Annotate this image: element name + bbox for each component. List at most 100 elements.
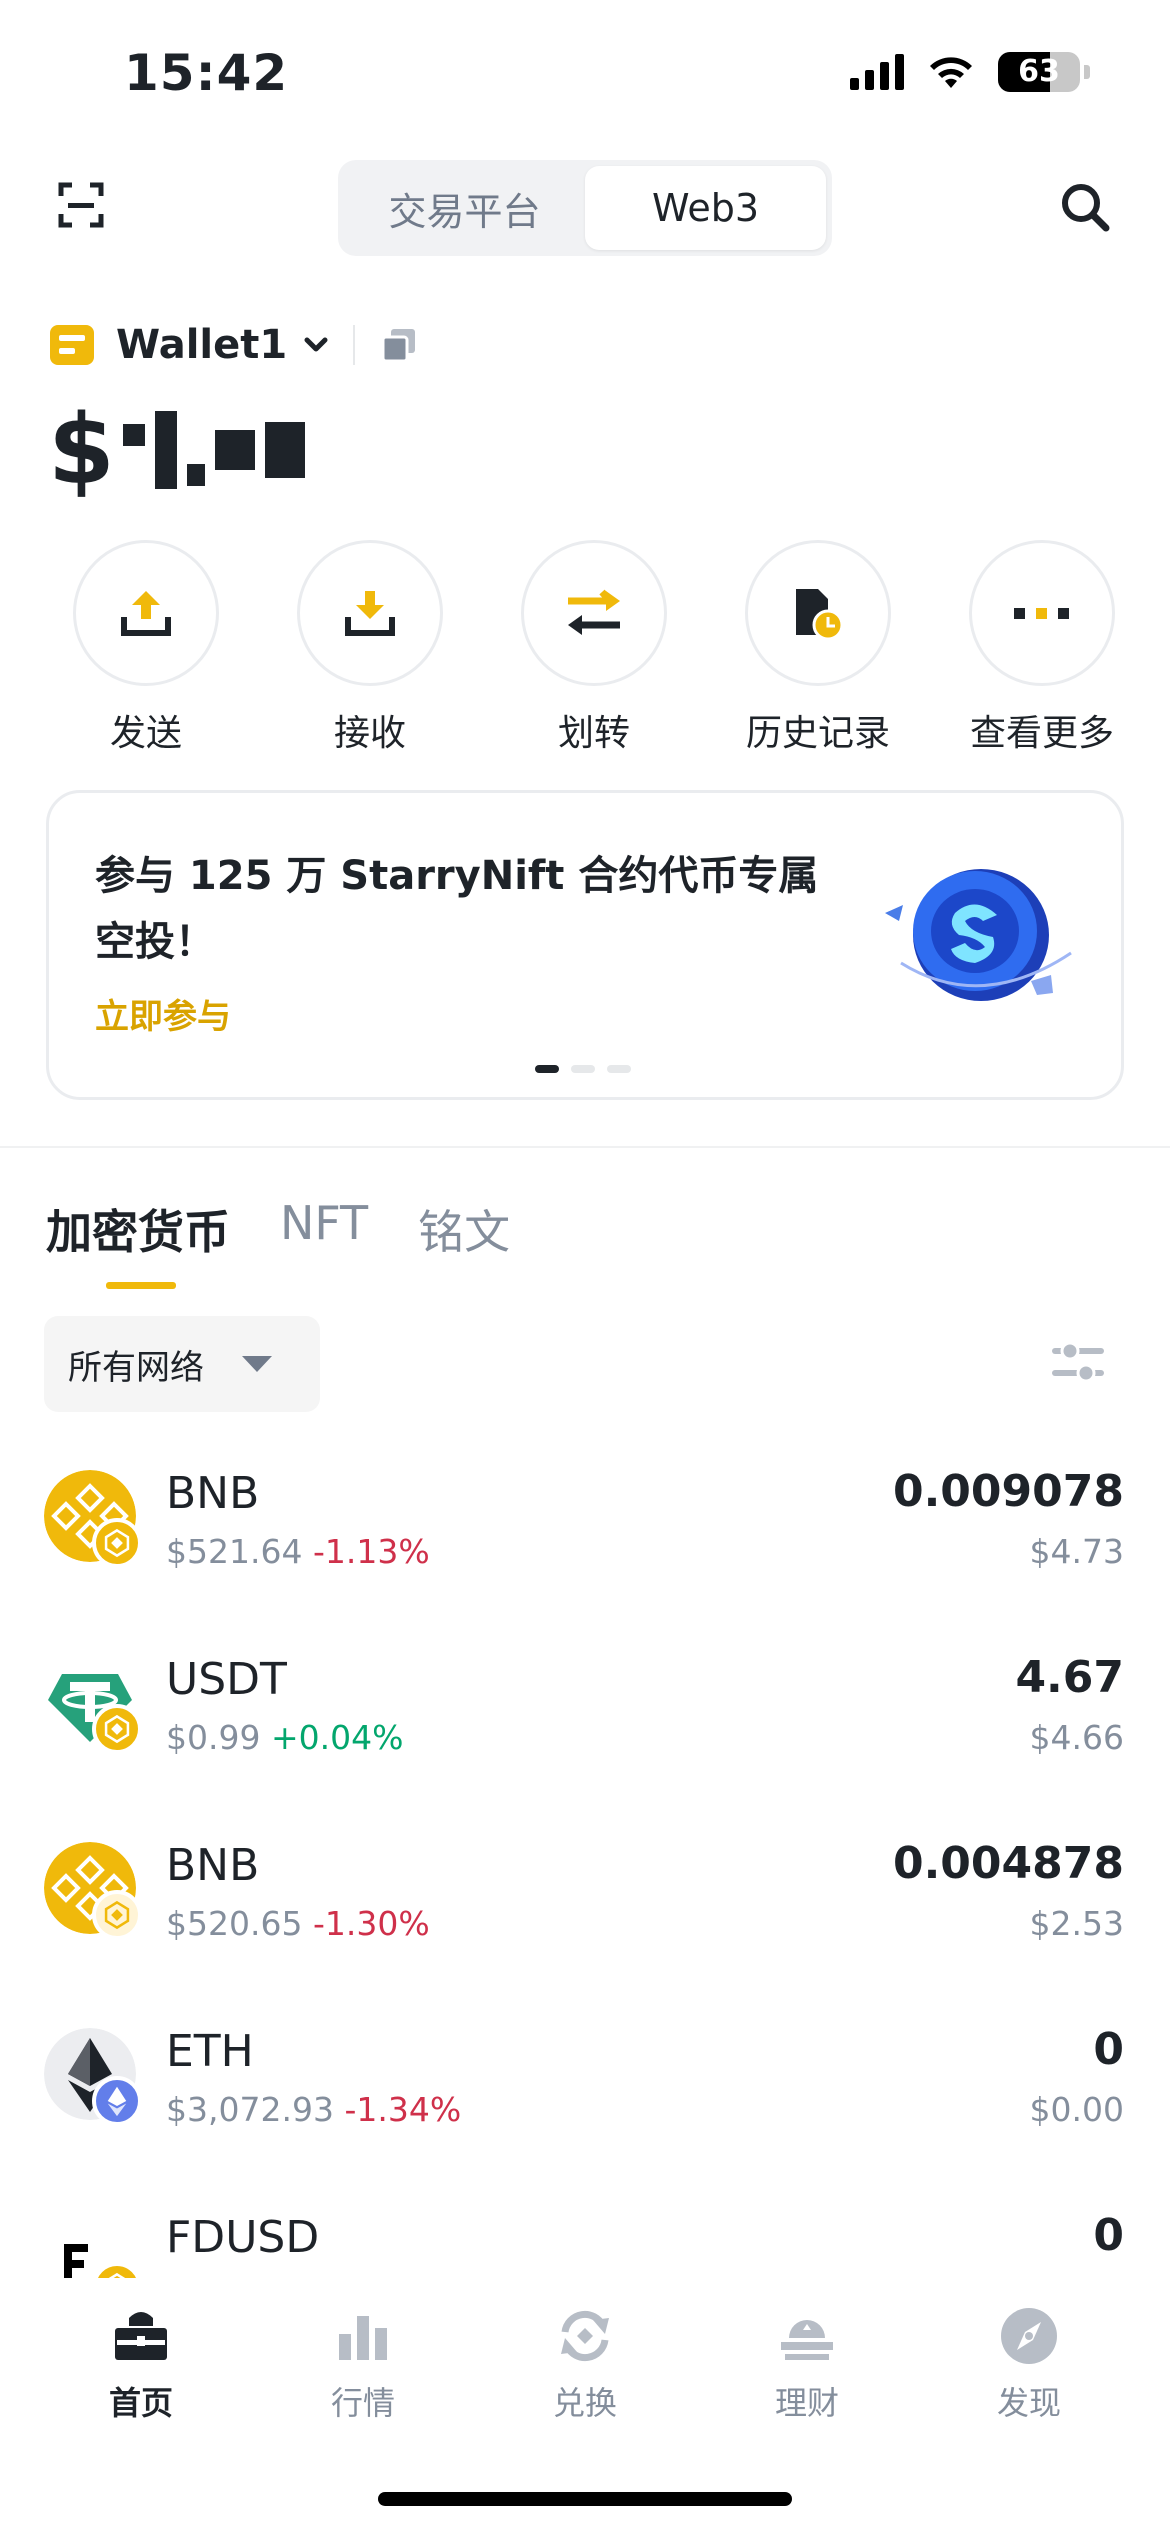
- wifi-icon: [930, 57, 972, 88]
- top-header: 交易平台 Web3: [0, 150, 1170, 270]
- token-price-line: $0.99 +0.04%: [166, 1718, 403, 1757]
- status-indicators: 63: [850, 52, 1090, 92]
- asset-row[interactable]: ETH $3,072.93 -1.34% 0 $0.00: [0, 2008, 1170, 2194]
- token-price-line: $3,072.93 -1.34%: [166, 2090, 461, 2129]
- asset-row[interactable]: USDT $0.99 +0.04% 4.67 $4.66: [0, 1636, 1170, 1822]
- token-price-line: $521.64 -1.13%: [166, 1532, 430, 1571]
- nav-earn-label: 理财: [774, 2384, 839, 2422]
- action-history[interactable]: 历史记录: [718, 540, 918, 756]
- asset-row[interactable]: BNB $520.65 -1.30% 0.004878 $2.53: [0, 1822, 1170, 2008]
- token-price: $0.99: [166, 1718, 261, 1757]
- transfer-arrows-icon: [568, 589, 620, 635]
- token-amount: 0: [1093, 2210, 1124, 2261]
- nav-discover-label: 发现: [996, 2384, 1061, 2422]
- action-receive-button[interactable]: [297, 540, 443, 686]
- bsc-chain-icon: [92, 1704, 142, 1754]
- token-name: ETH: [166, 2026, 254, 2077]
- asset-list: BNB $521.64 -1.13% 0.009078 $4.73 USDT $…: [0, 1450, 1170, 2380]
- promo-banner[interactable]: 参与 125 万 StarryNift 合约代币专属空投！ 立即参与: [46, 790, 1124, 1100]
- token-value: $2.53: [1029, 1904, 1124, 1943]
- starrynift-coin-icon: [885, 869, 1072, 1001]
- battery-tip: [1084, 65, 1090, 79]
- platform-switch[interactable]: 交易平台 Web3: [338, 160, 832, 256]
- tab-nft[interactable]: NFT: [280, 1196, 368, 1262]
- banner-pagination: [535, 1065, 631, 1073]
- banner-title: 参与 125 万 StarryNift 合约代币专属空投！: [95, 853, 819, 965]
- receive-download-icon: [345, 591, 395, 636]
- action-history-label: 历史记录: [745, 713, 890, 754]
- copy-icon[interactable]: [379, 325, 419, 365]
- status-bar: 15:42 63: [0, 0, 1170, 150]
- action-history-button[interactable]: [745, 540, 891, 686]
- network-filter-label: 所有网络: [68, 1347, 204, 1388]
- banner-join-link[interactable]: 立即参与: [95, 989, 231, 1038]
- tab-exchange[interactable]: 交易平台: [344, 166, 585, 250]
- battery-percentage: 63: [1018, 54, 1060, 89]
- token-change: +0.04%: [270, 1718, 404, 1757]
- balance-hidden-mask: [122, 411, 305, 489]
- token-value: $0.00: [1029, 2090, 1124, 2129]
- pagination-dot: [607, 1065, 631, 1073]
- cellular-signal-icon: [850, 54, 904, 90]
- status-time: 15:42: [124, 44, 289, 102]
- action-receive[interactable]: 接收: [270, 540, 470, 756]
- swap-icon: [561, 2310, 609, 2362]
- filter-sliders-icon[interactable]: [1050, 1334, 1106, 1390]
- token-value: $4.73: [1029, 1532, 1124, 1571]
- wallet-balance: $: [48, 394, 305, 506]
- tab-crypto[interactable]: 加密货币: [46, 1196, 230, 1289]
- token-amount: 0.004878: [892, 1838, 1124, 1889]
- bsc-chain-icon: [92, 1518, 142, 1568]
- tab-web3[interactable]: Web3: [585, 166, 826, 250]
- network-filter-dropdown[interactable]: 所有网络: [44, 1316, 320, 1412]
- history-document-clock-icon: [796, 589, 844, 641]
- tab-inscriptions[interactable]: 铭文: [418, 1196, 510, 1262]
- divider: [353, 325, 356, 365]
- action-receive-label: 接收: [333, 713, 406, 754]
- more-dots-icon: [1014, 608, 1069, 619]
- pagination-dot: [571, 1065, 595, 1073]
- nav-markets[interactable]: 行情: [273, 2304, 453, 2424]
- chevron-down-icon[interactable]: [303, 332, 329, 358]
- battery-icon: 63: [998, 52, 1080, 92]
- token-change: -1.34%: [344, 2090, 462, 2129]
- action-send-label: 发送: [109, 713, 182, 754]
- token-price: $3,072.93: [166, 2090, 334, 2129]
- token-value: $4.66: [1029, 1718, 1124, 1757]
- nav-markets-label: 行情: [330, 2384, 395, 2422]
- ethereum-chain-icon: [92, 2076, 142, 2126]
- token-price: $521.64: [166, 1532, 303, 1571]
- action-transfer[interactable]: 划转: [494, 540, 694, 756]
- asset-row[interactable]: BNB $521.64 -1.13% 0.009078 $4.73: [0, 1450, 1170, 1636]
- home-icon: [115, 2312, 167, 2360]
- token-amount: 0: [1093, 2024, 1124, 2075]
- section-divider: [0, 1146, 1170, 1148]
- scan-icon[interactable]: [58, 182, 104, 228]
- balance-currency: $: [48, 394, 117, 506]
- token-change: -1.13%: [312, 1532, 430, 1571]
- action-send[interactable]: 发送: [46, 540, 246, 756]
- earn-icon: [781, 2320, 833, 2360]
- markets-bar-chart-icon: [339, 2316, 387, 2360]
- nav-swap[interactable]: 兑换: [495, 2304, 675, 2424]
- nav-earn[interactable]: 理财: [717, 2304, 897, 2424]
- token-price: $520.65: [166, 1904, 303, 1943]
- dropdown-triangle-icon: [242, 1356, 272, 1372]
- wallet-selector[interactable]: Wallet1: [50, 322, 419, 368]
- nav-home-label: 首页: [108, 2384, 173, 2422]
- nav-discover[interactable]: 发现: [939, 2304, 1119, 2424]
- home-indicator: [378, 2492, 792, 2506]
- search-icon[interactable]: [1058, 180, 1112, 234]
- token-name: USDT: [166, 1654, 287, 1705]
- discover-compass-icon: [1001, 2308, 1057, 2364]
- action-transfer-button[interactable]: [521, 540, 667, 686]
- action-more[interactable]: 查看更多: [942, 540, 1142, 756]
- token-name: BNB: [166, 1840, 260, 1891]
- token-name: FDUSD: [166, 2212, 320, 2263]
- token-name: BNB: [166, 1468, 260, 1519]
- nav-home[interactable]: 首页: [51, 2304, 231, 2424]
- action-more-button[interactable]: [969, 540, 1115, 686]
- action-send-button[interactable]: [73, 540, 219, 686]
- pagination-dot-active: [535, 1065, 559, 1073]
- opbnb-chain-icon: [92, 1890, 142, 1940]
